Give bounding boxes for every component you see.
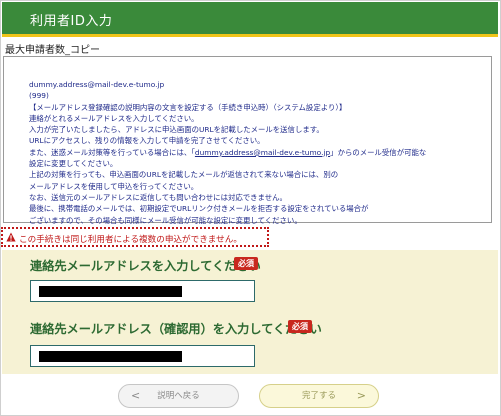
- back-to-description-button[interactable]: < 説明へ戻る: [118, 384, 239, 408]
- email-section: 連絡先メールアドレスを入力してください 必須: [2, 250, 498, 316]
- complete-button-label: 完了する: [301, 391, 336, 401]
- description-line: 最後に、携帯電話のメールでは、初期設定でURLリンク付きメールを拒否する設定をさ…: [29, 204, 369, 214]
- description-line: ございますので、その場合も同様にメール受信が可能な設定に変更してください。: [29, 215, 302, 225]
- email-link: dummy.address@mail-dev.e-tumo.jp: [194, 147, 331, 157]
- complete-button[interactable]: 完了する >: [259, 384, 379, 408]
- description-line: 入力が完了いたしましたら、アドレスに申込画面のURLを記載したメールを送信します…: [29, 125, 324, 135]
- description-line: なお、送信元のメールアドレスに返信しても問い合わせには対応できません。: [29, 192, 287, 202]
- description-line: 上記の対策を行っても、申込画面のURLを記載したメールが返信されて来ない場合には…: [29, 170, 339, 180]
- description-line: 【メールアドレス登録確認の説明内容の文言を設定する（手続き申込時）（システム設定…: [29, 102, 347, 112]
- description-box: dummy.address@mail-dev.e-tumo.jp (999) 【…: [3, 56, 492, 226]
- back-button-label: 説明へ戻る: [157, 391, 200, 401]
- email-confirm-label: 連絡先メールアドレス（確認用）を入力してください: [30, 322, 322, 336]
- warning-icon: [6, 232, 16, 242]
- header-bar: 利用者ID入力: [2, 2, 498, 37]
- email-confirm-section: 連絡先メールアドレス（確認用）を入力してください 必須: [2, 314, 498, 374]
- description-line: dummy.address@mail-dev.e-tumo.jp: [29, 80, 165, 89]
- chevron-right-icon: >: [356, 389, 366, 402]
- warning-text: この手続きは同じ利用者による複数の申込ができません。: [19, 235, 242, 245]
- description-line: メールアドレスを使用して申込を行ってください。: [29, 181, 199, 191]
- page-title: 利用者ID入力: [30, 14, 113, 29]
- email-confirm-input[interactable]: [30, 345, 255, 367]
- redacted-value: [39, 286, 182, 297]
- description-line: 設定に変更してください。: [29, 159, 118, 169]
- warning-notice: この手続きは同じ利用者による複数の申込ができません。: [1, 227, 269, 247]
- description-line: URLにアクセスし、残りの情報を入力して申請を完了させてください。: [29, 136, 265, 146]
- description-line: 連絡がとれるメールアドレスを入力してください。: [29, 113, 199, 123]
- description-text: dummy.address@mail-dev.e-tumo.jp (999) 【…: [29, 79, 484, 226]
- chevron-left-icon: <: [131, 389, 141, 402]
- email-input[interactable]: [30, 280, 255, 302]
- redacted-value: [39, 351, 182, 362]
- description-line: (999): [29, 91, 49, 101]
- copy-label: 最大申請者数_コピー: [5, 45, 100, 56]
- description-line: また、迷惑メール対策等を行っている場合には、「dummy.address@mai…: [29, 147, 427, 157]
- email-label: 連絡先メールアドレスを入力してください: [30, 259, 261, 273]
- required-badge: 必須: [288, 320, 312, 333]
- required-badge: 必須: [234, 257, 258, 270]
